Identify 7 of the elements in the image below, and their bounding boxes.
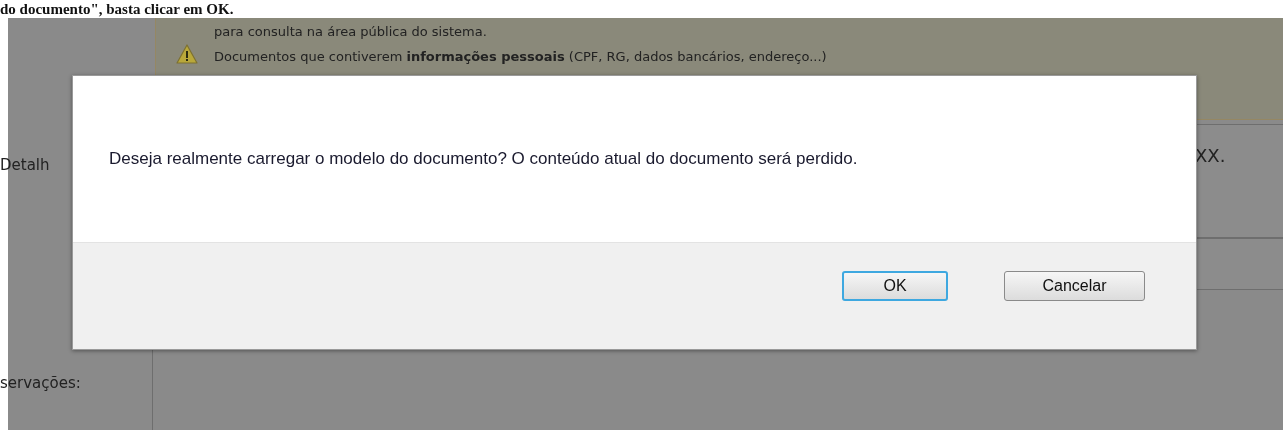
ok-button[interactable]: OK — [842, 271, 948, 301]
warning-icon — [176, 44, 198, 64]
instruction-text: do documento", basta clicar em OK. — [0, 1, 234, 17]
notice-text: para consulta na área pública do sistema. — [214, 24, 488, 39]
notice-text: Documentos que contiverem informações pessoais (CPF, RG, dados bancários, endereço...) — [214, 49, 827, 64]
cancel-button[interactable]: Cancelar — [1004, 271, 1145, 301]
dialog-message: Deseja realmente carregar o modelo do documento? O conteúdo atual do documento será perdido. — [109, 149, 858, 169]
